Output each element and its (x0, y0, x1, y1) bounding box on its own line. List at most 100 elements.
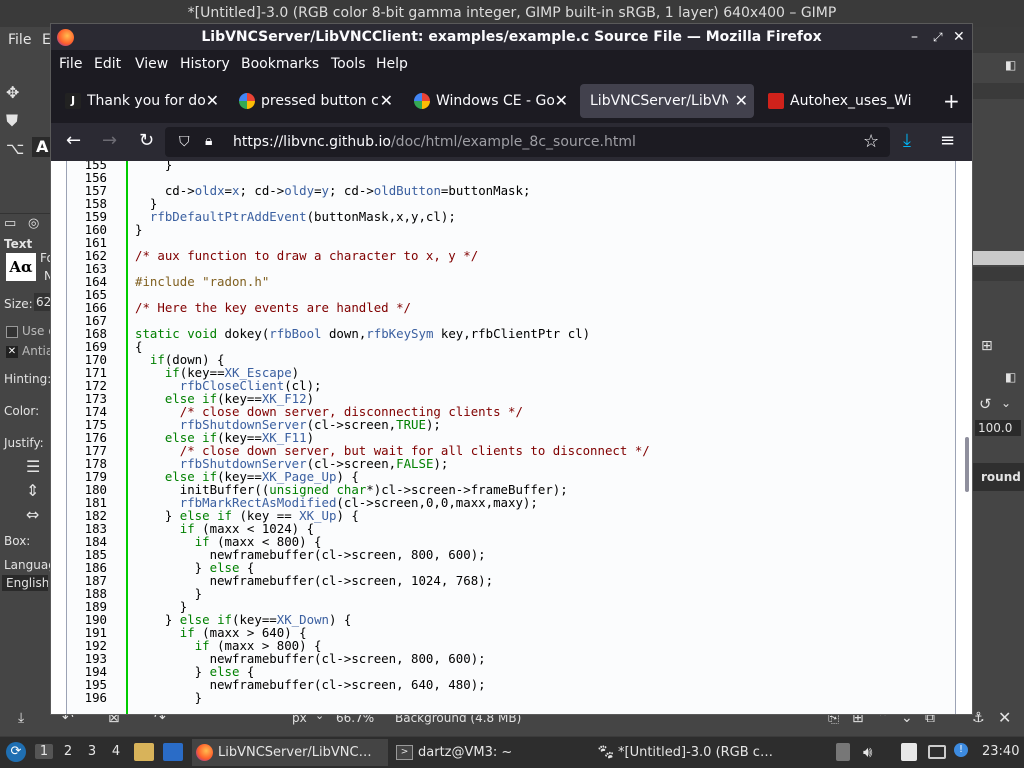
line-spacing-icon[interactable]: ⇕ (26, 483, 39, 499)
display-icon[interactable] (928, 745, 946, 759)
clock: 23:40 (982, 744, 1020, 759)
tab-pressed-button[interactable]: pressed button cli ✕ (229, 84, 399, 118)
menu-file[interactable]: File (59, 56, 82, 72)
gimp-dock-right: ◧ ⊞ ◧ ↺ ⌄ 100.0 round (973, 53, 1024, 736)
tab-close-icon[interactable]: ✕ (735, 84, 748, 118)
lock-icon[interactable]: 🔒︎ (205, 133, 212, 149)
workspace-2[interactable]: 2 (59, 744, 77, 759)
volume-icon[interactable]: 🔊︎ (863, 743, 872, 761)
reload-icon[interactable]: ↻ (139, 131, 154, 151)
gimp-menu-file[interactable]: File (8, 32, 31, 48)
antialias-label: Antia (22, 344, 54, 358)
task-terminal[interactable]: > dartz@VM3: ~ (392, 739, 588, 766)
language-input[interactable]: English (2, 575, 48, 591)
path-tool-icon[interactable]: ⌥ (6, 141, 24, 157)
forward-icon[interactable]: → (102, 131, 117, 151)
minimize-icon[interactable]: – (911, 24, 918, 50)
app-menu-icon[interactable]: ≡ (940, 131, 955, 151)
hinting-label: Hinting: (4, 372, 52, 386)
task-label: dartz@VM3: ~ (418, 745, 513, 760)
dock-config-icon[interactable]: ◧ (1005, 59, 1016, 71)
page-scrollbar[interactable] (962, 161, 972, 714)
line-number[interactable]: 196 (67, 691, 107, 704)
code-text: } (135, 222, 143, 237)
code-text: /* Here the key events are handled */ (135, 300, 412, 315)
use-editor-checkbox[interactable] (6, 326, 18, 338)
justify-label: Justify: (4, 436, 44, 450)
bucket-tool-icon[interactable]: ⛊ (6, 113, 18, 129)
menu-view[interactable]: View (135, 56, 168, 72)
show-desktop-icon[interactable] (163, 743, 183, 761)
firefox-window: LibVNCServer/LibVNCClient: examples/exam… (50, 23, 973, 715)
tab-close-icon[interactable]: ✕ (380, 84, 393, 118)
maximize-icon[interactable]: ⤢ (933, 24, 943, 50)
new-tab-icon[interactable]: + (943, 89, 960, 113)
font-preview[interactable]: Aα (6, 253, 36, 281)
menu-bookmarks[interactable]: Bookmarks (241, 56, 319, 72)
size-input[interactable]: 62 (34, 293, 50, 311)
layer-name[interactable]: round (981, 470, 1021, 484)
tab-libvncserver[interactable]: LibVNCServer/LibVNC ✕ (580, 84, 754, 118)
close-icon[interactable]: ✕ (953, 24, 965, 50)
bookmark-star-icon[interactable]: ☆ (863, 131, 879, 152)
task-label: *[Untitled]-3.0 (RGB c… (618, 745, 773, 760)
tab-label: pressed button cli (261, 93, 379, 109)
code-text: } (135, 161, 173, 172)
reset-icon[interactable]: ↺ (979, 397, 992, 412)
move-tool-icon[interactable]: ✥ (6, 85, 19, 101)
letter-spacing-icon[interactable]: ⇔ (26, 507, 39, 523)
scrollbar-thumb[interactable] (965, 437, 969, 492)
file-manager-icon[interactable] (134, 743, 154, 761)
workspace-1[interactable]: 1 (35, 744, 53, 759)
justify-left-icon[interactable]: ☰ (26, 459, 40, 475)
code-line: 196 } (67, 691, 203, 704)
source-code-fragment: 155 } 156 157 cd->oldx=x; cd->oldy=y; cd->… (66, 161, 956, 714)
code-text: #include "radon.h" (135, 274, 270, 289)
chevron-down-icon[interactable]: ⌄ (1001, 397, 1011, 409)
terminal-icon: > (396, 745, 413, 760)
taskbar: ⟳ 1 2 3 4 LibVNCServer/LibVNC… > dartz@V… (0, 737, 1024, 768)
gimp-menubar: File E (0, 27, 51, 53)
language-label: Languag (4, 558, 56, 572)
tool-options-icon[interactable]: ▭ (4, 217, 16, 230)
shield-icon[interactable]: ⛉ (179, 134, 190, 150)
workspace-3[interactable]: 3 (83, 744, 101, 759)
task-gimp[interactable]: 🐾︎ *[Untitled]-3.0 (RGB c… (592, 739, 788, 766)
tab-favicon-icon (768, 93, 784, 109)
opacity-input[interactable]: 100.0 (975, 420, 1021, 436)
menu-edit[interactable]: Edit (94, 56, 121, 72)
clipboard-icon[interactable] (836, 743, 850, 761)
grid-icon[interactable]: ⊞ (981, 339, 993, 353)
box-label: Box: (4, 534, 31, 548)
delete-layer-icon[interactable]: ✕ (998, 710, 1011, 726)
download-icon[interactable]: ⤓ (903, 131, 911, 151)
url-bar[interactable]: ⛉ 🔒︎ https://libvnc.github.io/doc/html/e… (165, 127, 890, 157)
anchor-icon[interactable]: ⚓ (972, 711, 985, 725)
page-content: 155 } 156 157 cd->oldx=x; cd->oldy=y; cd->… (51, 161, 972, 714)
code-text: cd->oldx=x; cd->oldy=y; cd->oldButton=bu… (135, 183, 531, 198)
gimp-icon: 🐾︎ (596, 743, 616, 761)
export-icon[interactable]: ⤓ (18, 711, 24, 725)
code-text: } (135, 690, 203, 705)
workspace-4[interactable]: 4 (107, 744, 125, 759)
gimp-toolbox: ✥ ⛊ ⌥ A ▭ ◎ Text Aα Fo N Size: 62 Use e … (0, 53, 56, 736)
task-firefox[interactable]: LibVNCServer/LibVNC… (192, 739, 388, 766)
url-text[interactable]: https://libvnc.github.io/doc/html/exampl… (233, 127, 636, 157)
tab-close-icon[interactable]: ✕ (555, 84, 568, 118)
dock-config-icon-2[interactable]: ◧ (1005, 371, 1016, 383)
back-icon[interactable]: ← (66, 131, 81, 151)
notes-icon[interactable] (901, 743, 917, 761)
tab-strip: J Thank you for dow ✕ pressed button cli… (51, 79, 972, 123)
tab-thank-you[interactable]: J Thank you for dow ✕ (55, 84, 225, 118)
start-menu-icon[interactable]: ⟳ (6, 742, 26, 762)
menu-help[interactable]: Help (376, 56, 408, 72)
tab-windows-ce[interactable]: Windows CE - Goo ✕ (404, 84, 574, 118)
antialias-checkbox[interactable]: ✕ (6, 346, 18, 358)
updates-icon[interactable]: ! (954, 743, 968, 757)
device-status-icon[interactable]: ◎ (28, 217, 39, 230)
tab-autohex[interactable]: Autohex_uses_Wi (758, 84, 928, 118)
google-icon (414, 93, 430, 109)
menu-history[interactable]: History (180, 56, 230, 72)
tab-close-icon[interactable]: ✕ (206, 84, 219, 118)
menu-tools[interactable]: Tools (331, 56, 366, 72)
